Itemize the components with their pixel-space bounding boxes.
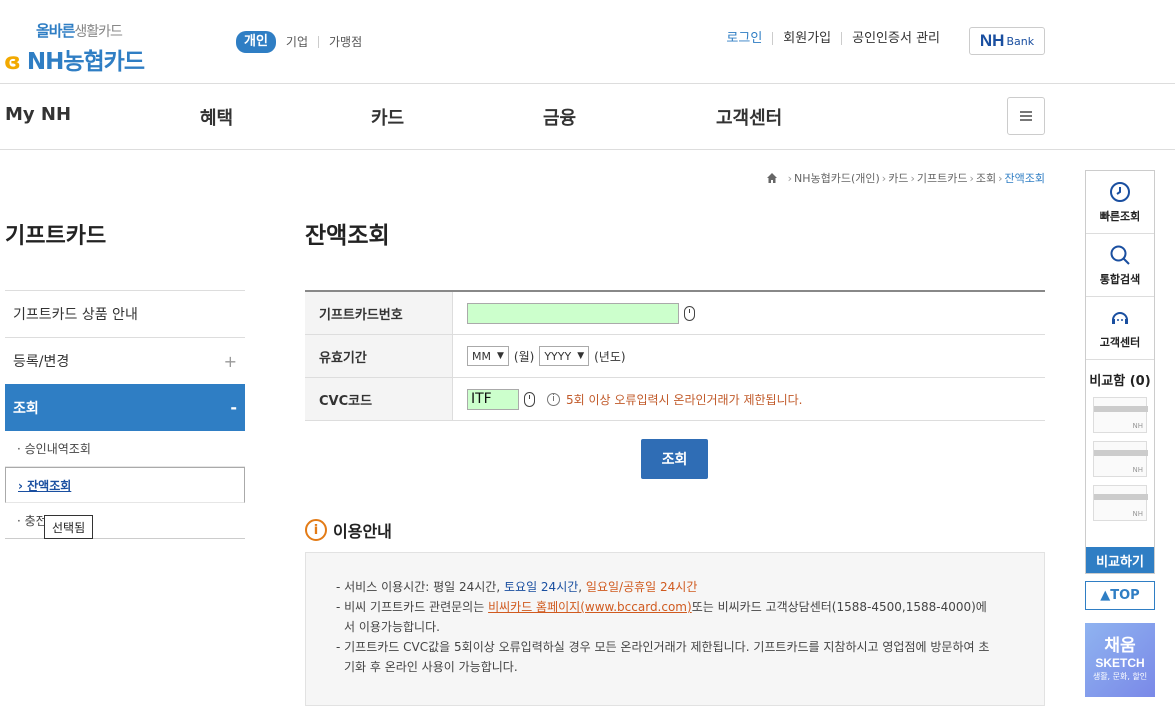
quick-menu: 빠른조회 통합검색 고객센터 비교함 (0) NH NH NH 비교하기	[1085, 170, 1155, 574]
form-row-card-number: 기프트카드번호	[305, 292, 1045, 335]
search-button[interactable]: 조회	[641, 439, 708, 479]
nh-card-logo[interactable]: 올바른생활카드 ɞ NH농협카드	[4, 16, 156, 75]
breadcrumb: › NH농협카드(개인) › 카드 › 기프트카드 › 조회 › 잔액조회	[766, 170, 1045, 186]
month-select[interactable]: MM ▼	[467, 346, 509, 366]
login-link[interactable]: 로그인	[716, 32, 774, 45]
compare-slot[interactable]: NH	[1093, 441, 1148, 477]
nav-benefits[interactable]: 혜택	[200, 104, 233, 130]
balance-form: 기프트카드번호 유효기간 MM ▼ (월) YYYY ▼ (년도) CVC코드 IT…	[305, 290, 1045, 421]
year-select[interactable]: YYYY ▼	[539, 346, 590, 366]
side-menu: 기프트카드 상품 안내 등록/변경 + 조회 - · 승인내역조회 › 잔액조회 ·…	[5, 290, 245, 539]
tab-personal[interactable]: 개인	[236, 31, 276, 53]
lnb-sub-balance[interactable]: › 잔액조회	[5, 467, 245, 503]
dropdown-arrow-icon: ▼	[577, 351, 585, 361]
search-icon	[1110, 245, 1130, 265]
scroll-top-button[interactable]: ▲TOP	[1085, 581, 1155, 610]
bccard-homepage-link[interactable]: 비씨카드 홈페이지(www.bccard.com)	[488, 600, 692, 614]
compare-button[interactable]: 비교하기	[1086, 547, 1154, 573]
logo-mark-icon: ɞ	[4, 49, 27, 75]
breadcrumb-item[interactable]: 기프트카드	[917, 170, 968, 186]
lnb-sub-charge[interactable]: · 충전	[5, 503, 245, 539]
nh-bank-button[interactable]: NH Bank	[969, 27, 1045, 55]
main-nav: My NH 혜택 카드 금융 고객센터	[0, 84, 1175, 150]
lnb-title: 기프트카드	[5, 224, 107, 249]
clock-icon	[1110, 181, 1130, 202]
page-title: 잔액조회	[305, 223, 390, 249]
cvc-input[interactable]: ITF	[467, 388, 519, 410]
top-header: 올바른생활카드 ɞ NH농협카드 개인 기업 가맹점 로그인 회원가입 공인인증…	[0, 0, 1175, 84]
signup-link[interactable]: 회원가입	[773, 32, 843, 45]
expand-icon: +	[223, 351, 237, 371]
quick-inquiry-button[interactable]: 빠른조회	[1086, 171, 1154, 234]
hamburger-icon	[1020, 115, 1032, 117]
integrated-search-button[interactable]: 통합검색	[1086, 234, 1154, 297]
cvc-label: CVC코드	[305, 378, 453, 420]
form-row-expiry: 유효기간 MM ▼ (월) YYYY ▼ (년도)	[305, 335, 1045, 378]
card-number-input[interactable]	[467, 302, 679, 324]
info-icon: i	[547, 392, 560, 406]
nav-finance[interactable]: 금융	[543, 104, 576, 130]
guide-heading: i 이용안내	[305, 518, 392, 542]
selected-tooltip: 선택됨	[44, 515, 94, 539]
card-number-label: 기프트카드번호	[305, 292, 453, 334]
tab-corporate[interactable]: 기업	[276, 36, 320, 48]
form-row-cvc: CVC코드 ITF i 5회 이상 오류입력시 온라인거래가 제한됩니다.	[305, 378, 1045, 421]
lnb-submenu: · 승인내역조회 › 잔액조회 · 충전	[5, 431, 245, 539]
customer-type-tabs: 개인 기업 가맹점	[236, 31, 372, 53]
customer-center-button[interactable]: 고객센터	[1086, 297, 1154, 360]
certificate-link[interactable]: 공인인증서 관리	[842, 32, 950, 45]
cvc-warning: 5회 이상 오류입력시 온라인거래가 제한됩니다.	[566, 392, 803, 407]
info-circle-icon: i	[305, 519, 327, 541]
breadcrumb-item[interactable]: NH농협카드(개인)	[794, 170, 880, 186]
lnb-item-inquiry[interactable]: 조회 -	[5, 384, 245, 431]
tab-merchant[interactable]: 가맹점	[319, 36, 372, 48]
lnb-sub-approval-history[interactable]: · 승인내역조회	[5, 431, 245, 467]
compare-slot[interactable]: NH	[1093, 397, 1148, 433]
nav-customer-center[interactable]: 고객센터	[716, 104, 782, 130]
chaeum-sketch-banner[interactable]: 채움 SKETCH 생활, 문화, 할인	[1085, 623, 1155, 697]
home-icon[interactable]	[766, 172, 778, 184]
nav-card[interactable]: 카드	[371, 104, 404, 130]
compare-count: 비교함 (0)	[1089, 374, 1151, 389]
breadcrumb-item[interactable]: 카드	[888, 170, 908, 186]
headset-icon	[1112, 311, 1128, 324]
lnb-item-gift-card-info[interactable]: 기프트카드 상품 안내	[5, 290, 245, 337]
virtual-keypad-mouse-icon[interactable]	[524, 391, 535, 407]
breadcrumb-current: 잔액조회	[1004, 172, 1045, 185]
collapse-icon: -	[230, 398, 237, 417]
nav-my-nh[interactable]: My NH	[5, 104, 71, 125]
usage-guide: - 서비스 이용시간: 평일 24시간, 토요일 24시간, 일요일/공휴일 2…	[305, 552, 1045, 706]
all-menu-button[interactable]	[1007, 97, 1045, 135]
expiry-label: 유효기간	[305, 335, 453, 377]
virtual-keypad-mouse-icon[interactable]	[684, 305, 695, 321]
breadcrumb-item[interactable]: 조회	[976, 170, 996, 186]
dropdown-arrow-icon: ▼	[496, 351, 504, 361]
compare-slot[interactable]: NH	[1093, 485, 1148, 521]
util-links: 로그인 회원가입 공인인증서 관리	[716, 32, 950, 45]
lnb-item-register[interactable]: 등록/변경 +	[5, 337, 245, 384]
